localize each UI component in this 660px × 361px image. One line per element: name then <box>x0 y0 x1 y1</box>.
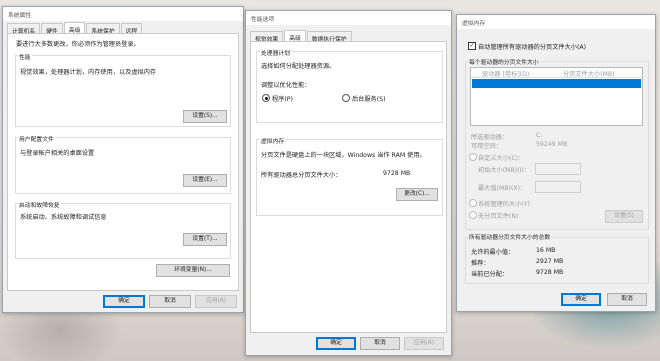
selected-drive-row[interactable] <box>472 79 641 88</box>
drive-column-header[interactable]: 驱动器 [卷标](D) <box>482 69 529 78</box>
admin-notice: 要进行大多数更改，你必须作为管理员登录。 <box>16 41 140 48</box>
performance-label: 性能 <box>18 52 32 61</box>
title-bar[interactable]: 性能选项 <box>246 11 451 25</box>
available-space-value: 59249 MB <box>536 141 568 148</box>
system-properties-window: 系统属性 计算机名 硬件 高级 系统保护 远程 要进行大多数更改，你必须作为管理… <box>2 6 244 313</box>
apply-button[interactable]: 应用(A) <box>195 295 237 308</box>
auto-manage-label: 自动管理所有驱动器的分页文件大小(A) <box>478 44 587 51</box>
min-allowed-value: 16 MB <box>536 247 556 254</box>
virtual-memory-desc: 分页文件是硬盘上的一块区域，Windows 当作 RAM 使用。 <box>261 152 426 159</box>
title-bar[interactable]: 虚拟内存 <box>457 15 655 29</box>
selected-drive-value: C: <box>536 132 543 139</box>
cancel-button[interactable]: 取消 <box>149 295 191 308</box>
performance-settings-button[interactable]: 设置(S)... <box>183 110 227 123</box>
virtual-memory-label: 虚拟内存 <box>260 136 286 145</box>
no-paging-label: 无分页文件(N) <box>478 213 519 220</box>
custom-size-label: 自定义大小(C)： <box>478 155 525 162</box>
startup-recovery-desc: 系统启动、系统故障和调试信息 <box>20 214 107 221</box>
background-services-label: 后台服务(S) <box>352 96 386 103</box>
cancel-button[interactable]: 取消 <box>607 293 647 306</box>
selected-drive-label: 所选驱动器： <box>471 134 509 141</box>
drive-list-header: 驱动器 [卷标](D) 分页文件大小(MB) <box>471 68 642 78</box>
total-paging-value: 9728 MB <box>383 170 411 177</box>
programs-label: 程序(P) <box>272 96 293 103</box>
no-paging-radio[interactable] <box>469 211 477 219</box>
drive-list[interactable]: 驱动器 [卷标](D) 分页文件大小(MB) <box>470 67 643 126</box>
user-profiles-desc: 与登录帐户相关的桌面设置 <box>20 150 95 157</box>
ok-button[interactable]: 确定 <box>316 337 356 350</box>
recommended-value: 2927 MB <box>536 258 564 265</box>
environment-variables-button[interactable]: 环境变量(N)... <box>156 264 230 277</box>
system-managed-label: 系统管理的大小(Y) <box>478 201 530 208</box>
tab-bar: 计算机名 硬件 高级 系统保护 远程 <box>7 22 143 35</box>
system-managed-radio[interactable] <box>469 199 477 207</box>
set-button[interactable]: 设置(S) <box>605 210 643 223</box>
programs-radio[interactable] <box>262 94 270 102</box>
user-profiles-settings-button[interactable]: 设置(E)... <box>183 174 227 187</box>
title-bar[interactable]: 系统属性 <box>3 7 243 21</box>
change-button[interactable]: 更改(C)... <box>396 188 438 201</box>
user-profiles-label: 用户配置文件 <box>18 134 55 143</box>
cancel-button[interactable]: 取消 <box>360 337 400 350</box>
max-size-input[interactable] <box>535 181 581 193</box>
available-space-label: 可用空间： <box>471 143 502 150</box>
ok-button[interactable]: 确定 <box>103 295 145 308</box>
total-paging-label: 所有驱动器总分页文件大小： <box>261 172 342 179</box>
max-size-label: 最大值(MB)(X)： <box>478 185 527 192</box>
window-title: 性能选项 <box>251 17 275 23</box>
startup-recovery-label: 启动和故障恢复 <box>18 200 61 209</box>
adjust-label: 调整以优化性能： <box>261 82 311 89</box>
tab-panel: 要进行大多数更改，你必须作为管理员登录。 性能 视觉效果，处理器计划，内存使用，… <box>7 33 239 291</box>
initial-size-input[interactable] <box>535 163 581 175</box>
auto-manage-checkbox[interactable]: ✓ <box>468 42 476 50</box>
currently-allocated-value: 9728 MB <box>536 269 564 276</box>
total-header: 所有驱动器分页文件大小的总数 <box>468 232 552 241</box>
window-title: 系统属性 <box>8 13 32 19</box>
recommended-label: 推荐： <box>471 260 490 267</box>
startup-recovery-settings-button[interactable]: 设置(T)... <box>183 233 227 246</box>
tab-panel: 处理器计划 选择如何分配处理器资源。 调整以优化性能： 程序(P) 后台服务(S… <box>250 41 447 333</box>
per-drive-label: 每个驱动器的分页文件大小 <box>468 57 540 66</box>
performance-options-window: 性能选项 视觉效果 高级 数据执行保护 处理器计划 选择如何分配处理器资源。 调… <box>245 10 452 356</box>
size-column-header[interactable]: 分页文件大小(MB) <box>563 69 615 78</box>
performance-desc: 视觉效果，处理器计划，内存使用，以及虚拟内存 <box>20 69 157 76</box>
background-services-radio[interactable] <box>342 94 350 102</box>
processor-scheduling-desc: 选择如何分配处理器资源。 <box>261 63 336 70</box>
window-title: 虚拟内存 <box>462 21 486 27</box>
ok-button[interactable]: 确定 <box>561 293 601 306</box>
virtual-memory-window: 虚拟内存 ✓ 自动管理所有驱动器的分页文件大小(A) 每个驱动器的分页文件大小 … <box>456 14 656 312</box>
custom-size-radio[interactable] <box>469 153 477 161</box>
processor-scheduling-label: 处理器计划 <box>260 48 291 57</box>
apply-button[interactable]: 应用(A) <box>404 337 444 350</box>
currently-allocated-label: 当前已分配： <box>471 271 509 278</box>
tab-bar: 视觉效果 高级 数据执行保护 <box>250 30 353 43</box>
initial-size-label: 初始大小(MB)(I)： <box>478 167 531 174</box>
min-allowed-label: 允许的最小值： <box>471 249 515 256</box>
